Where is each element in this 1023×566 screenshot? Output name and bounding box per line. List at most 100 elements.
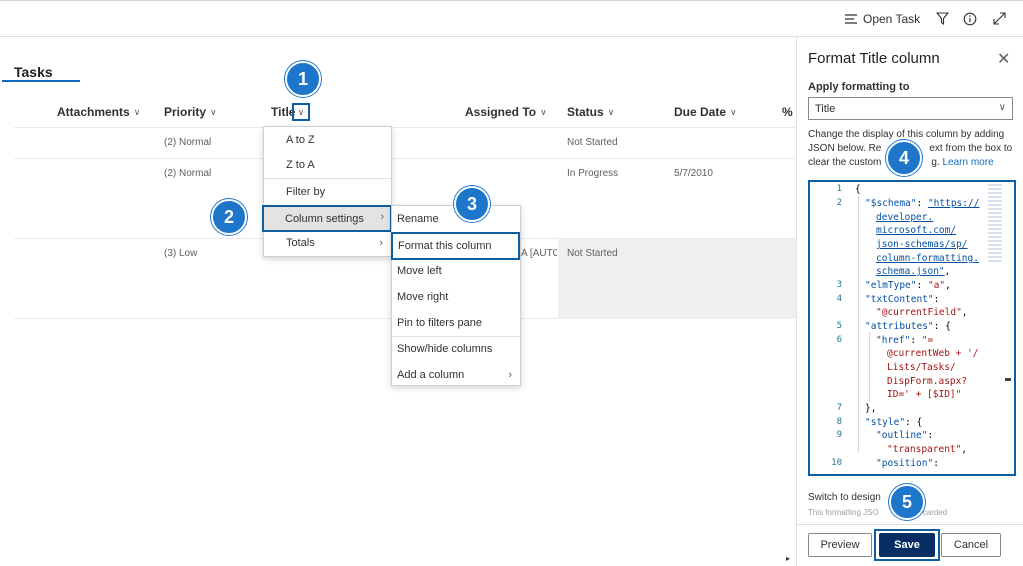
apply-formatting-select[interactable]: Title ∨ xyxy=(808,97,1013,120)
code-line: column-formatting. xyxy=(876,253,979,264)
chevron-right-icon: › xyxy=(380,211,384,223)
description-text: ext from the box to xyxy=(929,143,1013,154)
chevron-down-icon: ∨ xyxy=(297,106,305,117)
code-token: "= xyxy=(921,335,934,346)
apply-formatting-value: Title xyxy=(815,102,836,115)
column-header-label: Status xyxy=(567,105,604,119)
save-button[interactable]: Save xyxy=(879,533,935,557)
json-editor[interactable]: 1 2 3 4 5 6 7 8 9 10 { "$schema": "https… xyxy=(808,180,1016,476)
chevron-down-icon: ∨ xyxy=(998,102,1006,113)
column-header-assigned-to[interactable]: Assigned To ∨ xyxy=(465,105,547,119)
open-task-button[interactable]: Open Task xyxy=(844,10,920,28)
note-text: This formatting JSO xyxy=(808,508,879,517)
panel-footer-divider xyxy=(796,524,1023,525)
code-token: "outline" xyxy=(876,430,928,441)
code-token: "@currentField" xyxy=(876,307,962,318)
code-line: schema.json", xyxy=(876,266,951,277)
list-icon xyxy=(845,14,857,24)
scroll-right-icon[interactable]: ▸ xyxy=(786,554,790,563)
column-header-status[interactable]: Status ∨ xyxy=(567,105,614,119)
code-line: "attributes": { xyxy=(865,321,951,332)
code-line: "outline": xyxy=(876,430,934,441)
code-line: "transparent", xyxy=(887,444,968,455)
line-number: 7 xyxy=(836,403,842,413)
line-number: 10 xyxy=(831,458,842,468)
row-divider xyxy=(14,127,796,128)
line-number: 4 xyxy=(836,294,842,304)
menu-item-move-left[interactable]: Move left xyxy=(392,259,520,283)
code-token: "transparent" xyxy=(887,444,962,455)
code-line: "position": xyxy=(876,458,939,469)
callout-5: 5 xyxy=(889,484,925,520)
code-token: "attributes" xyxy=(865,321,934,332)
cell-priority: (3) Low xyxy=(164,248,198,259)
chevron-down-icon: ∨ xyxy=(730,106,737,117)
column-header-due-date[interactable]: Due Date ∨ xyxy=(674,105,737,119)
cancel-button[interactable]: Cancel xyxy=(941,533,1001,557)
menu-item-z-to-a[interactable]: Z to A xyxy=(264,153,391,177)
menu-item-format-this-column[interactable]: Format this column xyxy=(391,232,520,260)
open-task-label: Open Task xyxy=(863,12,921,26)
code-token: schema.json" xyxy=(876,266,945,277)
code-token: "position" xyxy=(876,458,934,469)
panel-description: Change the display of this column by add… xyxy=(808,129,1005,140)
expand-icon[interactable] xyxy=(993,12,1006,25)
code-line: Lists/Tasks/ xyxy=(887,362,956,373)
cell-assigned-to: A [AUTO... xyxy=(521,248,557,259)
cell-status: Not Started xyxy=(567,137,618,148)
cell-status: In Progress xyxy=(567,168,619,179)
chevron-down-icon: ∨ xyxy=(133,106,141,117)
line-number: 5 xyxy=(836,321,842,331)
line-number: 6 xyxy=(836,335,842,345)
panel-title: Format Title column xyxy=(808,50,940,67)
description-text: JSON below. Re xyxy=(808,143,882,154)
code-line: microsoft.com/ xyxy=(876,225,957,236)
preview-button[interactable]: Preview xyxy=(808,533,872,557)
description-text: g. xyxy=(931,157,940,168)
code-line: developer. xyxy=(876,212,934,223)
menu-item-column-settings[interactable]: Column settings › xyxy=(262,205,392,232)
menu-item-move-right[interactable]: Move right xyxy=(392,285,520,309)
chevron-down-icon: ∨ xyxy=(540,106,547,117)
row-divider xyxy=(14,158,796,159)
menu-item-show-hide-columns[interactable]: Show/hide columns xyxy=(392,337,520,361)
column-header-attachments[interactable]: Attachments ∨ xyxy=(57,105,140,119)
learn-more-link[interactable]: Learn more xyxy=(943,157,994,168)
editor-minimap[interactable] xyxy=(988,184,1002,264)
callout-2: 2 xyxy=(211,199,247,235)
indent-guide xyxy=(858,196,859,452)
switch-to-design-link[interactable]: Switch to design xyxy=(808,492,881,503)
close-icon[interactable]: ✕ xyxy=(997,49,1010,69)
title-column-dropdown-button[interactable]: ∨ xyxy=(292,103,310,121)
code-line: @currentWeb + '/ xyxy=(887,348,979,359)
column-header-priority[interactable]: Priority ∨ xyxy=(164,105,217,119)
menu-item-totals[interactable]: Totals › xyxy=(264,231,391,255)
code-line: json-schemas/sp/ xyxy=(876,239,968,250)
line-number: 8 xyxy=(836,417,842,427)
chevron-down-icon: ∨ xyxy=(210,106,217,117)
menu-item-add-a-column[interactable]: Add a column › xyxy=(392,363,520,387)
menu-item-label: Format this column xyxy=(398,240,492,252)
column-header-label: Priority xyxy=(164,105,207,119)
code-line: "$schema": "https:// xyxy=(865,198,980,209)
menu-item-a-to-z[interactable]: A to Z xyxy=(264,128,391,152)
code-line: "elmType": "a", xyxy=(865,280,951,291)
code-token: "a" xyxy=(927,280,946,291)
chevron-down-icon: ∨ xyxy=(607,106,615,117)
indent-guide xyxy=(869,332,870,402)
filter-icon[interactable] xyxy=(936,12,949,25)
line-number: 9 xyxy=(836,430,842,440)
column-header-percent-complete[interactable]: % C xyxy=(782,105,795,119)
column-header-label: Due Date xyxy=(674,105,727,119)
editor-scroll-marker xyxy=(1005,378,1011,381)
menu-item-pin-to-filters-pane[interactable]: Pin to filters pane xyxy=(392,311,520,335)
chevron-right-icon: › xyxy=(508,369,512,381)
info-icon[interactable] xyxy=(963,12,977,26)
tasks-tab[interactable]: Tasks xyxy=(14,64,53,80)
cell-priority: (2) Normal xyxy=(164,137,212,148)
menu-item-filter-by[interactable]: Filter by xyxy=(264,180,391,204)
cell-priority: (2) Normal xyxy=(164,168,212,179)
callout-1: 1 xyxy=(285,61,321,97)
menu-item-label: Totals xyxy=(286,237,315,249)
line-number: 1 xyxy=(836,184,842,194)
